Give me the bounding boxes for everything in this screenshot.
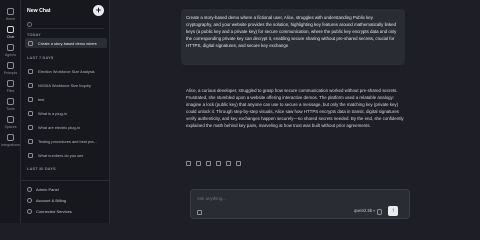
section-last-7-days: LAST 7 DAYS: [27, 56, 54, 60]
rail-integrations[interactable]: Integrations: [0, 134, 21, 147]
share-icon[interactable]: [236, 161, 241, 166]
assistant-message-text: Alice, a curious developer, struggled to…: [186, 88, 404, 128]
tools-icon: [7, 98, 14, 105]
rail-tools[interactable]: Tools: [0, 98, 21, 111]
spaces-icon: [7, 116, 14, 123]
admin-icon: [27, 186, 32, 192]
chat-bubble-icon: [28, 152, 33, 158]
chat-bubble-icon: [28, 138, 33, 144]
chat-item-active[interactable]: Create a story-based demo where: [25, 38, 107, 48]
attach-icon[interactable]: [197, 210, 202, 215]
search-icon: [27, 22, 32, 27]
section-today: TODAY: [27, 33, 41, 37]
rail-spaces[interactable]: Spaces: [0, 116, 21, 129]
sidebar-header: New Chat +: [21, 0, 110, 22]
chevron-down-icon: ▾: [373, 208, 376, 213]
chat-bubble-icon: [28, 124, 33, 130]
icon-rail: Home Chat Agents Prompts Files Tools Spa…: [0, 0, 21, 223]
agents-icon: [7, 44, 14, 51]
sidebar-search[interactable]: [27, 22, 104, 29]
chat-item[interactable]: Election Workforce Size Analysis: [25, 66, 107, 76]
files-icon: [7, 80, 14, 87]
message-actions: [186, 161, 246, 166]
copy-icon[interactable]: [186, 161, 191, 166]
integrations-icon: [7, 134, 14, 141]
billing-icon: [27, 197, 32, 203]
services-icon: [27, 208, 32, 214]
connected-services-link[interactable]: Connected Services: [27, 207, 72, 215]
chat-item[interactable]: What is a plug-in: [25, 108, 107, 118]
send-button[interactable]: ↑: [388, 206, 398, 216]
home-icon: [7, 8, 14, 15]
microphone-icon[interactable]: [377, 209, 382, 215]
rail-prompts[interactable]: Prompts: [0, 62, 21, 75]
chat-bubble-icon: [28, 110, 33, 116]
chat-sidebar: New Chat + TODAY Create a story-based de…: [21, 0, 110, 223]
user-message: Create a story-based demo where a fictio…: [181, 9, 405, 65]
edit-icon[interactable]: [196, 161, 201, 166]
chat-icon: [7, 26, 14, 33]
chat-bubble-icon: [28, 40, 33, 46]
chat-item[interactable]: test: [25, 94, 107, 104]
rail-chat[interactable]: Chat: [0, 26, 21, 39]
section-last-30-days: LAST 30 DAYS: [27, 167, 56, 171]
chat-item[interactable]: NVIDIA Workforce Size Inquiry: [25, 80, 107, 90]
thumbs-down-icon[interactable]: [216, 161, 221, 166]
user-message-text: Create a story-based demo where a fictio…: [186, 15, 397, 48]
chat-bubble-icon: [28, 96, 33, 102]
chat-bubble-icon: [28, 68, 33, 74]
rail-home[interactable]: Home: [0, 8, 21, 21]
new-chat-button[interactable]: +: [93, 5, 104, 16]
assistant-message: Alice, a curious developer, struggled to…: [186, 87, 408, 129]
model-selector[interactable]: qwen2.5b▾: [354, 208, 375, 213]
prompts-icon: [7, 62, 14, 69]
chat-item[interactable]: What numbers do you see: [25, 150, 107, 160]
chat-main: Create a story-based demo where a fictio…: [110, 0, 480, 223]
message-composer: qwen2.5b▾ ↑: [190, 189, 410, 219]
chat-bubble-icon: [28, 82, 33, 88]
thumbs-up-icon[interactable]: [206, 161, 211, 166]
sidebar-footer: Admin Panel Account & Billing Connected …: [21, 180, 110, 223]
account-billing-link[interactable]: Account & Billing: [27, 196, 66, 204]
rail-agents[interactable]: Agents: [0, 44, 21, 57]
message-input[interactable]: [197, 196, 347, 201]
model-name: qwen2.5b: [354, 208, 373, 213]
chat-item[interactable]: What are electric plug-in: [25, 122, 107, 132]
admin-panel-link[interactable]: Admin Panel: [27, 185, 59, 193]
regenerate-icon[interactable]: [226, 161, 231, 166]
sidebar-title: New Chat: [27, 8, 51, 14]
chat-item[interactable]: Testing procedures and best pra...: [25, 136, 107, 146]
rail-files[interactable]: Files: [0, 80, 21, 93]
